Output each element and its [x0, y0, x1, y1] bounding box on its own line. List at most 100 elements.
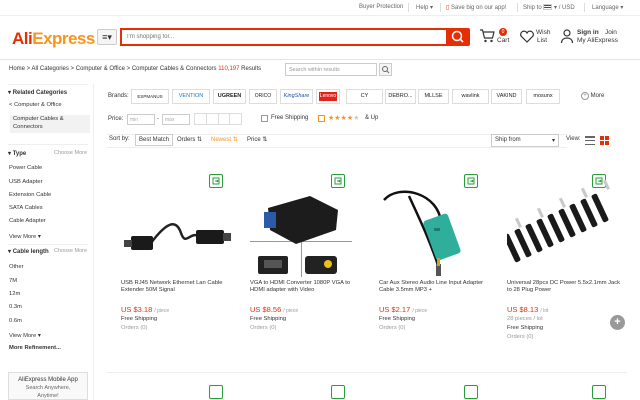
brand-logo[interactable]: ESPMANUS: [131, 89, 169, 104]
brands-label: Brands:: [108, 93, 129, 99]
sort-orders[interactable]: Orders ⇅: [177, 136, 202, 143]
sort-price[interactable]: Price ⇅: [247, 136, 267, 143]
wishlist-button[interactable]: Wish List: [519, 27, 551, 49]
product-price: US $8.56 / piece: [250, 305, 298, 314]
ship-from-select[interactable]: Ship from ▾: [491, 134, 559, 147]
product-card[interactable]: VGA to HDMI Converter 1080P VGA to HDMI …: [250, 168, 372, 353]
length-option[interactable]: 7M: [9, 278, 17, 284]
length-option[interactable]: Other: [9, 264, 24, 270]
brand-logo[interactable]: MLLSE: [418, 89, 449, 104]
add-to-cart-icon[interactable]: [464, 385, 478, 399]
heart-icon: [520, 30, 534, 43]
help-link[interactable]: Help ▾: [416, 4, 433, 11]
sort-best-match[interactable]: Best Match: [135, 134, 174, 146]
sign-in-link[interactable]: Sign in: [577, 29, 599, 37]
type-option[interactable]: Extension Cable: [9, 192, 51, 198]
result-count: 110,197: [218, 66, 240, 72]
price-dash: -: [157, 116, 159, 122]
add-to-cart-icon[interactable]: [592, 385, 606, 399]
length-option[interactable]: 12m: [9, 291, 20, 297]
breadcrumb: Home > All Categories > Computer & Offic…: [9, 66, 262, 72]
language-selector[interactable]: Language ▾: [592, 4, 623, 11]
price-max-input[interactable]: max: [162, 114, 190, 125]
search-within-button[interactable]: [379, 63, 392, 76]
grid-view-icon[interactable]: [600, 136, 609, 145]
parent-category-link[interactable]: < Computer & Office: [9, 102, 62, 108]
brand-logo[interactable]: KingShare: [280, 89, 313, 104]
breadcrumb-all-categories[interactable]: All Categories: [32, 66, 69, 72]
current-category-label-2: Connectors: [13, 124, 43, 130]
price-label: Price:: [108, 116, 124, 122]
aliexpress-logo[interactable]: AliExpress: [12, 29, 95, 49]
type-option[interactable]: SATA Cables: [9, 205, 43, 211]
add-to-cart-icon[interactable]: [331, 385, 345, 399]
product-card[interactable]: USB RJ45 Network Ethernet Lan Cable Exte…: [121, 168, 243, 353]
product-image[interactable]: [503, 178, 629, 278]
brand-logo[interactable]: ORICO: [249, 89, 277, 104]
cart-button[interactable]: 0 Cart: [479, 27, 511, 49]
current-category-label-1: Computer Cables &: [13, 116, 64, 122]
more-refinement-link[interactable]: More Refinement...: [9, 345, 61, 351]
brand-logo[interactable]: mosunx: [526, 89, 560, 104]
current-category[interactable]: Computer Cables & Connectors: [10, 115, 90, 133]
brand-logo[interactable]: UGREEN: [213, 89, 246, 104]
list-view-icon[interactable]: [585, 136, 595, 145]
search-within-input[interactable]: Search within results: [285, 63, 377, 76]
type-heading[interactable]: ▾ Type: [8, 150, 26, 157]
add-to-cart-icon[interactable]: [209, 385, 223, 399]
ship-to-selector[interactable]: Ship to ▾ / USD: [523, 4, 575, 11]
free-shipping-checkbox[interactable]: [261, 115, 268, 122]
length-view-more[interactable]: View More ▾: [9, 333, 41, 339]
account-button[interactable]: Sign in Join My AliExpress: [560, 27, 636, 49]
free-shipping-filter-label: Free Shipping: [271, 115, 309, 121]
product-shipping: Free Shipping: [121, 316, 158, 322]
product-image[interactable]: [121, 178, 243, 278]
length-option[interactable]: 0.6m: [9, 318, 22, 324]
categories-menu-button[interactable]: ≡▾: [97, 29, 117, 45]
four-stars-icon: ★★★★★: [328, 115, 360, 122]
cable-length-heading[interactable]: ▾ Cable length: [8, 248, 49, 255]
plus-circle-icon[interactable]: +: [610, 315, 625, 330]
sort-newest[interactable]: Newest ⇅: [211, 136, 238, 143]
product-title[interactable]: USB RJ45 Network Ethernet Lan Cable Exte…: [121, 280, 236, 294]
brand-logo[interactable]: VENTION: [172, 89, 210, 104]
brands-more-button[interactable]: + More: [581, 92, 604, 100]
buyer-protection-link[interactable]: Buyer Protection: [359, 4, 403, 10]
sort-newest-label: Newest: [211, 137, 232, 143]
type-option[interactable]: USB Adapter: [9, 179, 43, 185]
brand-logo[interactable]: Lenovo: [319, 92, 337, 101]
app-promo-link[interactable]: ▯ Save big on our app!: [446, 4, 506, 11]
product-image[interactable]: [379, 178, 501, 278]
length-choose-more[interactable]: Choose More: [54, 248, 87, 254]
related-categories-heading: ▾ Related Categories: [8, 90, 68, 96]
price-min-input[interactable]: min: [127, 114, 155, 125]
product-price: US $8.13 / lot: [507, 305, 548, 314]
product-image[interactable]: [250, 178, 372, 278]
brand-logo[interactable]: DEBRO...: [385, 89, 416, 104]
top-bar: Buyer Protection Help ▾ ▯ Save big on ou…: [0, 0, 640, 16]
help-label: Help: [416, 5, 429, 11]
rating-checkbox[interactable]: [318, 115, 325, 122]
type-choose-more[interactable]: Choose More: [54, 150, 87, 156]
brand-logo[interactable]: wavlink: [452, 89, 489, 104]
type-view-more[interactable]: View More ▾: [9, 234, 41, 240]
search-button[interactable]: [446, 28, 470, 46]
product-title[interactable]: VGA to HDMI Converter 1080P VGA to HDMI …: [250, 280, 365, 294]
length-option[interactable]: 0.3m: [9, 304, 22, 310]
type-option[interactable]: Cable Adapter: [9, 218, 46, 224]
logo-part-express: Express: [32, 29, 95, 48]
breadcrumb-computer-office[interactable]: Computer & Office: [76, 66, 125, 72]
type-option[interactable]: Power Cable: [9, 165, 42, 171]
mobile-app-promo[interactable]: AliExpress Mobile App Search Anywhere, A…: [8, 372, 88, 400]
brand-logo[interactable]: VAKIND: [491, 89, 522, 104]
logo-part-ali: Ali: [12, 29, 33, 48]
product-title[interactable]: Car Aux Stereo Audio Line Input Adapter …: [379, 280, 494, 294]
join-link[interactable]: Join: [605, 29, 617, 37]
sort-arrow-icon: ⇅: [197, 137, 203, 143]
product-title[interactable]: Universal 28pcs DC Power 5.5x2.1mm Jack …: [507, 280, 622, 294]
breadcrumb-home[interactable]: Home: [9, 66, 25, 72]
search-input[interactable]: [122, 30, 446, 44]
my-aliexpress-link[interactable]: My AliExpress: [577, 37, 618, 45]
brand-logo[interactable]: CY: [346, 89, 383, 104]
product-card[interactable]: Car Aux Stereo Audio Line Input Adapter …: [379, 168, 501, 353]
